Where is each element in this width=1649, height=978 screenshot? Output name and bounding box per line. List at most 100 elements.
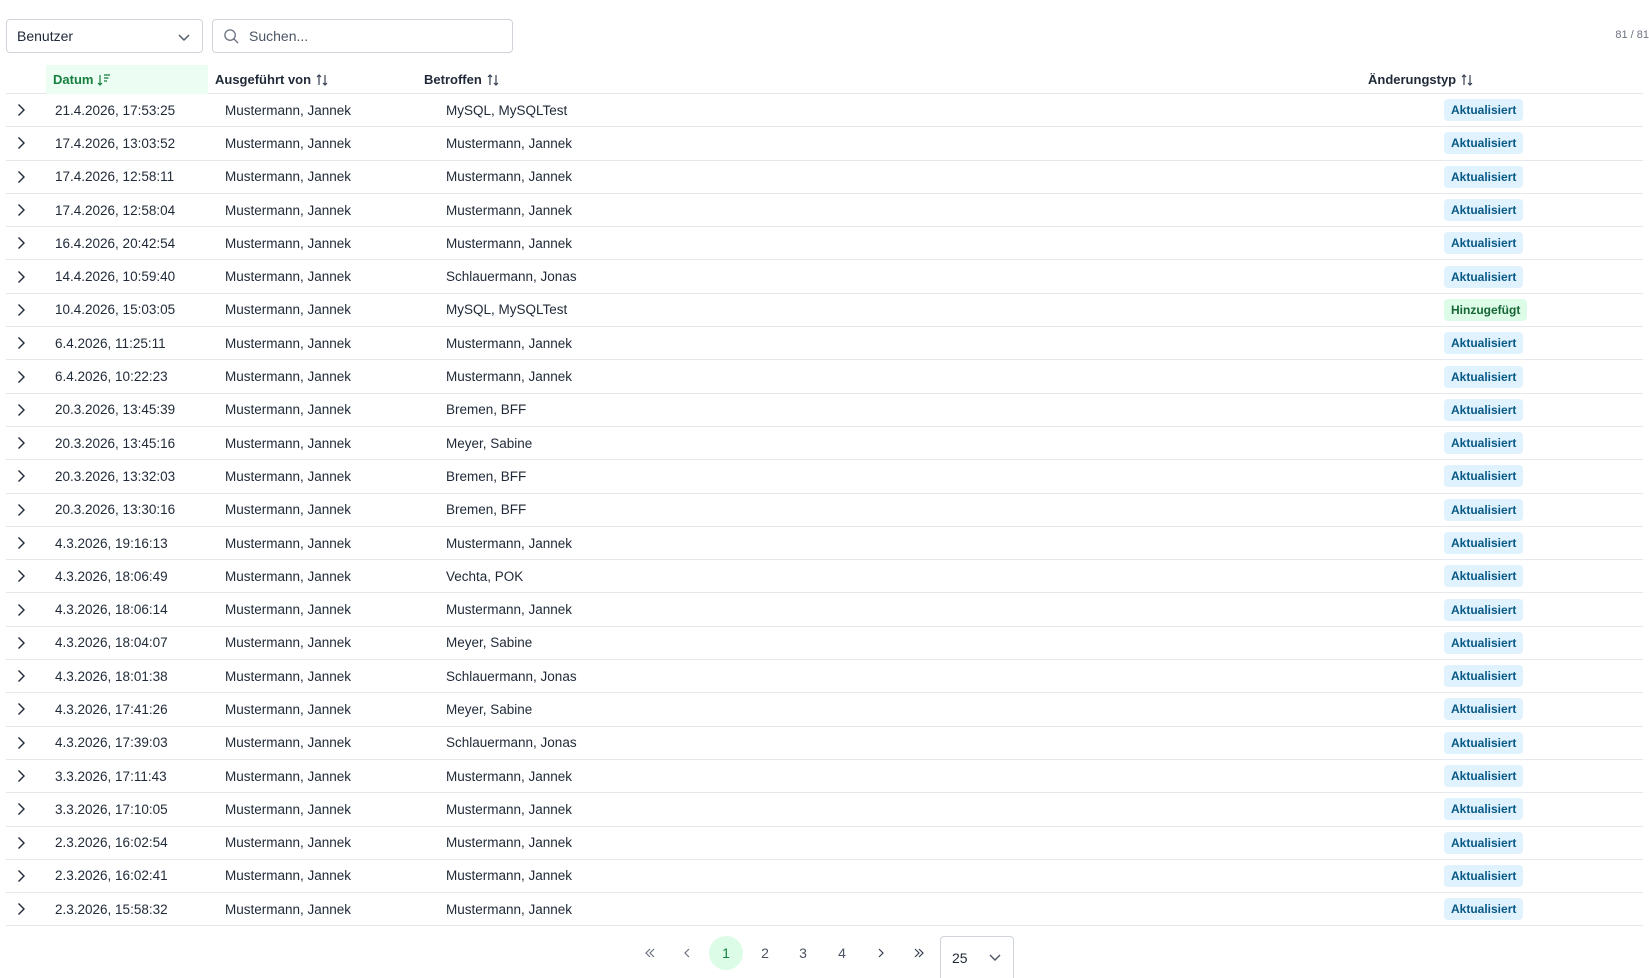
sort-icon	[1461, 73, 1473, 86]
expand-row-button[interactable]	[6, 860, 36, 892]
chevron-right-icon	[18, 403, 25, 416]
expand-row-button[interactable]	[6, 94, 36, 126]
change-type-badge: Aktualisiert	[1444, 598, 1524, 621]
cell-change-type: Aktualisiert	[1444, 494, 1524, 526]
cell-executed-by: Mustermann, Jannek	[225, 169, 352, 185]
table-row[interactable]: 21.4.2026, 17:53:25 Mustermann, Jannek MyS…	[6, 94, 1643, 128]
expand-row-button[interactable]	[6, 194, 36, 226]
table-row[interactable]: 20.3.2026, 13:45:39 Mustermann, Jannek Bre…	[6, 394, 1643, 427]
expand-row-button[interactable]	[6, 627, 36, 659]
table-row[interactable]: 16.4.2026, 20:42:54 Mustermann, Jannek Mus…	[6, 227, 1643, 261]
page-button-1[interactable]: 1	[709, 936, 743, 970]
table-row[interactable]: 20.3.2026, 13:45:16 Mustermann, Jannek Mey…	[6, 427, 1643, 461]
expand-row-button[interactable]	[6, 693, 36, 725]
column-header-change-type[interactable]: Änderungstyp	[1361, 65, 1561, 94]
cell-date: 4.3.2026, 18:06:49	[55, 568, 168, 584]
table-row[interactable]: 2.3.2026, 16:02:54 Mustermann, Jannek Must…	[6, 827, 1643, 860]
cell-affected: Mustermann, Jannek	[446, 901, 573, 917]
cell-change-type: Aktualisiert	[1444, 627, 1524, 659]
table-row[interactable]: 4.3.2026, 18:06:14 Mustermann, Jannek Must…	[6, 593, 1643, 627]
cell-executed-by: Mustermann, Jannek	[225, 735, 352, 751]
expand-row-button[interactable]	[6, 527, 36, 559]
expand-row-button[interactable]	[6, 427, 36, 459]
page-button-4[interactable]: 4	[825, 936, 859, 970]
table-row[interactable]: 3.3.2026, 17:11:43 Mustermann, Jannek Must…	[6, 760, 1643, 794]
expand-row-button[interactable]	[6, 827, 36, 859]
expand-row-button[interactable]	[6, 360, 36, 392]
cell-affected: Mustermann, Jannek	[446, 535, 573, 551]
table-row[interactable]: 20.3.2026, 13:30:16 Mustermann, Jannek Bre…	[6, 494, 1643, 527]
expand-row-button[interactable]	[6, 760, 36, 792]
next-page-button[interactable]	[864, 936, 898, 970]
cell-date: 3.3.2026, 17:11:43	[55, 768, 167, 784]
chevron-right-icon	[18, 703, 25, 716]
expand-row-button[interactable]	[6, 460, 36, 492]
table-row[interactable]: 3.3.2026, 17:10:05 Mustermann, Jannek Must…	[6, 793, 1643, 827]
expand-row-button[interactable]	[6, 260, 36, 292]
change-type-badge: Aktualisiert	[1444, 565, 1524, 588]
change-type-badge: Aktualisiert	[1444, 898, 1524, 921]
cell-change-type: Aktualisiert	[1444, 227, 1524, 259]
cell-change-type: Aktualisiert	[1444, 827, 1524, 859]
expand-row-button[interactable]	[6, 593, 36, 625]
entity-filter-select[interactable]: Benutzer	[6, 19, 203, 53]
table-row[interactable]: 4.3.2026, 19:16:13 Mustermann, Jannek Must…	[6, 527, 1643, 561]
table-row[interactable]: 17.4.2026, 12:58:11 Mustermann, Jannek Mus…	[6, 161, 1643, 194]
table-row[interactable]: 2.3.2026, 15:58:32 Mustermann, Jannek Must…	[6, 893, 1643, 927]
page-button-2[interactable]: 2	[748, 936, 782, 970]
cell-change-type: Aktualisiert	[1444, 460, 1524, 492]
table-row[interactable]: 2.3.2026, 16:02:41 Mustermann, Jannek Must…	[6, 860, 1643, 894]
cell-executed-by: Mustermann, Jannek	[225, 801, 352, 817]
expand-row-button[interactable]	[6, 161, 36, 193]
cell-executed-by: Mustermann, Jannek	[225, 668, 352, 684]
column-header-affected[interactable]: Betroffen	[417, 65, 717, 94]
last-page-button[interactable]	[902, 936, 936, 970]
previous-page-button[interactable]	[670, 936, 704, 970]
expand-row-button[interactable]	[6, 327, 36, 359]
cell-date: 2.3.2026, 16:02:41	[55, 868, 168, 884]
table-row[interactable]: 14.4.2026, 10:59:40 Mustermann, Jannek Sch…	[6, 260, 1643, 294]
page-button-3[interactable]: 3	[786, 936, 820, 970]
table-row[interactable]: 4.3.2026, 17:39:03 Mustermann, Jannek Schl…	[6, 727, 1643, 760]
change-type-badge: Aktualisiert	[1444, 332, 1524, 355]
expand-row-button[interactable]	[6, 660, 36, 692]
expand-row-button[interactable]	[6, 793, 36, 825]
chevron-right-icon	[18, 337, 25, 350]
chevron-right-icon	[18, 270, 25, 283]
table-row[interactable]: 17.4.2026, 13:03:52 Mustermann, Jannek Mus…	[6, 127, 1643, 161]
first-page-button[interactable]	[633, 936, 667, 970]
search-field[interactable]	[212, 19, 513, 53]
cell-affected: MySQL, MySQLTest	[446, 302, 568, 318]
expand-row-button[interactable]	[6, 127, 36, 159]
expand-row-button[interactable]	[6, 727, 36, 759]
expand-row-button[interactable]	[6, 893, 36, 925]
column-header-executed-by[interactable]: Ausgeführt von	[208, 65, 418, 94]
change-type-badge: Aktualisiert	[1444, 765, 1524, 788]
toolbar: Benutzer 81 / 81	[6, 19, 1649, 53]
expand-row-button[interactable]	[6, 394, 36, 426]
table-row[interactable]: 10.4.2026, 15:03:05 Mustermann, Jannek MyS…	[6, 294, 1643, 328]
table-row[interactable]: 6.4.2026, 10:22:23 Mustermann, Jannek Must…	[6, 360, 1643, 394]
table-row[interactable]: 4.3.2026, 18:01:38 Mustermann, Jannek Schl…	[6, 660, 1643, 694]
cell-date: 20.3.2026, 13:30:16	[55, 502, 176, 518]
cell-date: 10.4.2026, 15:03:05	[55, 302, 176, 318]
expand-row-button[interactable]	[6, 560, 36, 592]
table-row[interactable]: 6.4.2026, 11:25:11 Mustermann, Jannek Must…	[6, 327, 1643, 361]
chevron-left-icon	[684, 948, 690, 958]
table-row[interactable]: 17.4.2026, 12:58:04 Mustermann, Jannek Mus…	[6, 194, 1643, 228]
table-row[interactable]: 20.3.2026, 13:32:03 Mustermann, Jannek Bre…	[6, 460, 1643, 494]
cell-affected: Mustermann, Jannek	[446, 801, 573, 817]
chevrons-left-icon	[645, 948, 655, 958]
expand-row-button[interactable]	[6, 227, 36, 259]
cell-executed-by: Mustermann, Jannek	[225, 235, 352, 251]
expand-row-button[interactable]	[6, 294, 36, 326]
cell-executed-by: Mustermann, Jannek	[225, 102, 352, 118]
table-row[interactable]: 4.3.2026, 18:04:07 Mustermann, Jannek Meye…	[6, 627, 1643, 661]
column-header-date[interactable]: Datum	[46, 65, 208, 94]
page-size-select[interactable]: 25	[940, 936, 1014, 978]
cell-affected: Mustermann, Jannek	[446, 335, 573, 351]
expand-row-button[interactable]	[6, 494, 36, 526]
table-row[interactable]: 4.3.2026, 18:06:49 Mustermann, Jannek Vech…	[6, 560, 1643, 594]
table-row[interactable]: 4.3.2026, 17:41:26 Mustermann, Jannek Meye…	[6, 693, 1643, 727]
search-input[interactable]	[249, 28, 499, 44]
